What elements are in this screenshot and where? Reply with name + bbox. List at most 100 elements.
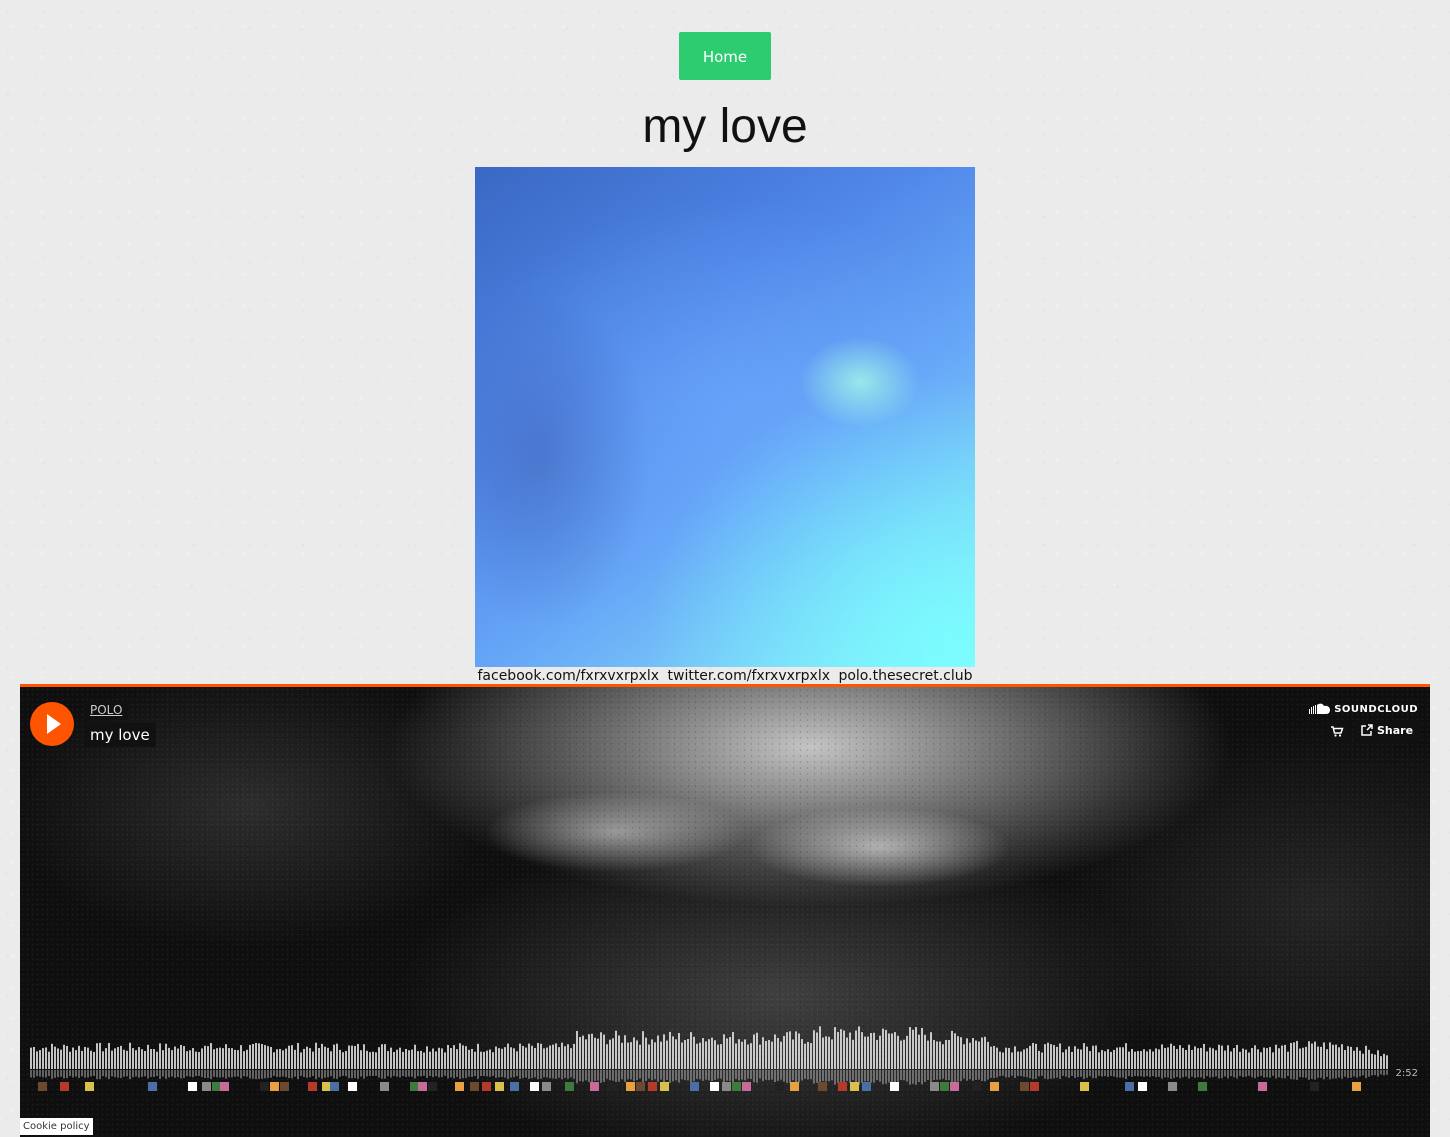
waveform-bar (483, 1051, 485, 1069)
comment-avatar[interactable] (648, 1082, 657, 1091)
comment-avatar[interactable] (950, 1082, 959, 1091)
waveform-bar (597, 1038, 599, 1069)
waveform-bar (795, 1031, 797, 1069)
waveform-bar-reflection (729, 1070, 731, 1082)
waveform-bar-reflection (1014, 1070, 1016, 1078)
waveform-bar-reflection (1005, 1070, 1007, 1078)
comment-avatar[interactable] (482, 1082, 491, 1091)
comment-avatar[interactable] (280, 1082, 289, 1091)
waveform-bar-reflection (663, 1070, 665, 1083)
cookie-policy-link[interactable]: Cookie policy (20, 1118, 93, 1135)
comment-avatar[interactable] (565, 1082, 574, 1091)
comment-avatar[interactable] (270, 1082, 279, 1091)
waveform-bar-reflection (423, 1070, 425, 1076)
waveform-bar (1278, 1048, 1280, 1069)
waveform-bar-reflection (1230, 1070, 1232, 1077)
waveform-bar (1047, 1042, 1049, 1069)
comment-avatar[interactable] (1258, 1082, 1267, 1091)
buy-button[interactable] (1326, 721, 1348, 741)
waveform-bar (651, 1039, 653, 1069)
comment-avatar[interactable] (202, 1082, 211, 1091)
comment-avatar[interactable] (542, 1082, 551, 1091)
comment-avatar[interactable] (1020, 1082, 1029, 1091)
comment-avatar[interactable] (85, 1082, 94, 1091)
waveform[interactable] (30, 1017, 1390, 1117)
comment-avatar[interactable] (1352, 1082, 1361, 1091)
waveform-bar (1170, 1043, 1172, 1069)
comment-avatar[interactable] (455, 1082, 464, 1091)
comment-avatar[interactable] (590, 1082, 599, 1091)
waveform-bar-reflection (1152, 1070, 1154, 1077)
comment-avatar[interactable] (1125, 1082, 1134, 1091)
comment-avatar[interactable] (660, 1082, 669, 1091)
waveform-bar (1206, 1051, 1208, 1069)
comment-avatar[interactable] (1030, 1082, 1039, 1091)
comment-avatar[interactable] (530, 1082, 539, 1091)
waveform-bar-reflection (495, 1070, 497, 1078)
comment-avatar[interactable] (608, 1082, 617, 1091)
comment-avatar[interactable] (260, 1082, 269, 1091)
comment-avatar[interactable] (818, 1082, 827, 1091)
comment-avatar[interactable] (732, 1082, 741, 1091)
comment-avatar[interactable] (890, 1082, 899, 1091)
share-button[interactable]: Share (1353, 721, 1422, 741)
comment-avatar[interactable] (940, 1082, 949, 1091)
comment-avatar[interactable] (862, 1082, 871, 1091)
comment-avatar[interactable] (690, 1082, 699, 1091)
comment-avatar[interactable] (428, 1082, 437, 1091)
comment-avatar[interactable] (636, 1082, 645, 1091)
comment-avatar[interactable] (1310, 1082, 1319, 1091)
comment-avatar[interactable] (838, 1082, 847, 1091)
comment-avatar[interactable] (380, 1082, 389, 1091)
comment-avatar[interactable] (775, 1082, 784, 1091)
comment-avatar[interactable] (38, 1082, 47, 1091)
waveform-bar-reflection (222, 1070, 224, 1078)
play-icon[interactable] (30, 702, 74, 746)
comment-avatar[interactable] (510, 1082, 519, 1091)
waveform-bar (120, 1045, 122, 1069)
waveform-bar-reflection (267, 1070, 269, 1078)
comment-avatar[interactable] (710, 1082, 719, 1091)
comment-avatar[interactable] (850, 1082, 859, 1091)
comment-avatar[interactable] (1080, 1082, 1089, 1091)
comment-avatar[interactable] (1168, 1082, 1177, 1091)
artist-link[interactable]: POLO (84, 700, 129, 720)
comment-avatar[interactable] (930, 1082, 939, 1091)
waveform-bar (696, 1043, 698, 1069)
comment-avatar[interactable] (348, 1082, 357, 1091)
comment-avatar[interactable] (330, 1082, 339, 1091)
comment-avatar[interactable] (418, 1082, 427, 1091)
waveform-bar (1008, 1047, 1010, 1069)
soundcloud-logo[interactable]: SOUNDCLOUD (1309, 703, 1418, 717)
waveform-bar-reflection (597, 1070, 599, 1081)
comment-avatar[interactable] (60, 1082, 69, 1091)
comment-avatar[interactable] (220, 1082, 229, 1091)
waveform-bar (546, 1047, 548, 1069)
waveform-bar (342, 1052, 344, 1069)
comment-avatar[interactable] (470, 1082, 479, 1091)
comment-avatar[interactable] (148, 1082, 157, 1091)
waveform-bar-reflection (225, 1070, 227, 1079)
comment-avatar[interactable] (1138, 1082, 1147, 1091)
comment-avatar[interactable] (1198, 1082, 1207, 1091)
comment-avatar[interactable] (722, 1082, 731, 1091)
comment-avatar[interactable] (495, 1082, 504, 1091)
comment-avatar[interactable] (626, 1082, 635, 1091)
waveform-bar (1326, 1049, 1328, 1069)
track-title[interactable]: my love (84, 723, 156, 747)
waveform-bar-reflection (411, 1070, 413, 1077)
waveform-bar-reflection (300, 1070, 302, 1076)
waveform-bar (936, 1041, 938, 1069)
waveform-bar (819, 1026, 821, 1069)
comment-avatar[interactable] (990, 1082, 999, 1091)
comment-avatar[interactable] (972, 1082, 981, 1091)
waveform-bar (1383, 1053, 1385, 1069)
waveform-bar-reflection (99, 1070, 101, 1080)
home-button[interactable]: Home (679, 32, 771, 80)
comment-avatar[interactable] (742, 1082, 751, 1091)
comment-avatar[interactable] (308, 1082, 317, 1091)
comment-avatar[interactable] (790, 1082, 799, 1091)
comment-avatar[interactable] (188, 1082, 197, 1091)
waveform-bar-reflection (639, 1070, 641, 1079)
waveform-bar-reflection (696, 1070, 698, 1079)
